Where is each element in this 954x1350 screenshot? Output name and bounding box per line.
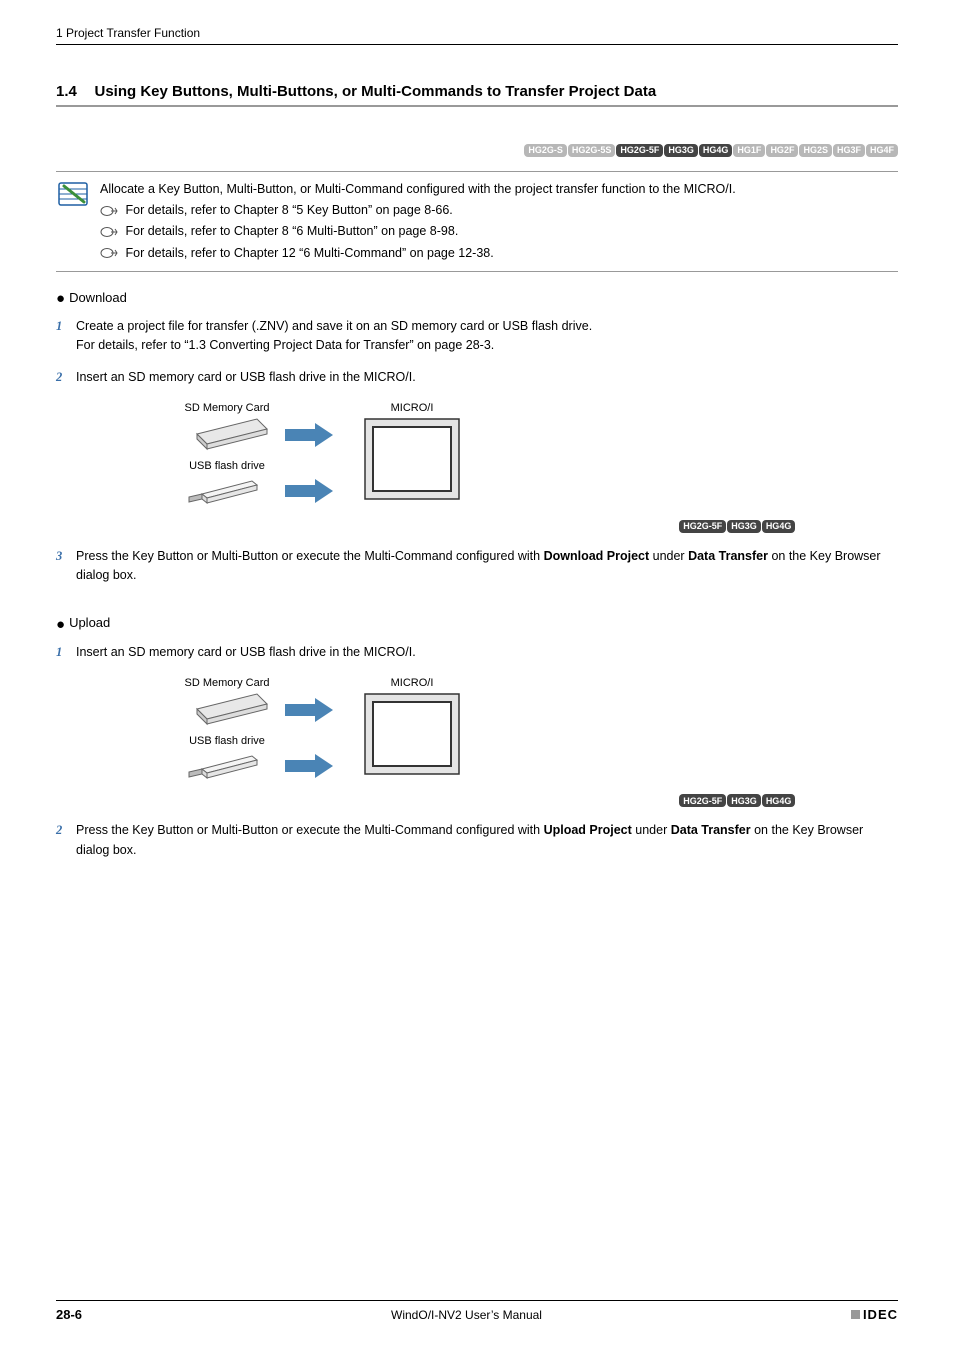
step-line: Insert an SD memory card or USB flash dr… (76, 368, 898, 387)
heading-underline (56, 105, 898, 107)
step-line: Create a project file for transfer (.ZNV… (76, 317, 898, 336)
diagram-badge-row: HG2G-5FHG3GHG4G (667, 517, 807, 533)
svg-text:MICRO/I: MICRO/I (391, 677, 434, 689)
usb-drive-icon (189, 481, 257, 503)
diagram-badge-row: HG2G-5FHG3GHG4G (667, 792, 807, 808)
arrow-icon (285, 754, 333, 778)
model-badge: HG2G-S (524, 144, 567, 157)
step-text: Press the Key Button or Multi-Button or … (76, 549, 544, 563)
note-main: Allocate a Key Button, Multi-Button, or … (100, 180, 898, 199)
svg-text:USB flash drive: USB flash drive (189, 735, 265, 747)
idec-logo: IDEC (851, 1307, 898, 1322)
step-bold: Data Transfer (671, 823, 751, 837)
svg-text:SD Memory Card: SD Memory Card (185, 677, 270, 689)
note-box: Allocate a Key Button, Multi-Button, or … (56, 171, 898, 273)
pointer-icon (100, 226, 118, 238)
step-bold: Download Project (544, 549, 650, 563)
step-body: Insert an SD memory card or USB flash dr… (76, 643, 898, 662)
step-body: Insert an SD memory card or USB flash dr… (76, 368, 898, 387)
model-badge: HG1F (733, 144, 765, 157)
step-number: 2 (56, 368, 76, 387)
step-number: 2 (56, 821, 76, 860)
section-title: Using Key Buttons, Multi-Buttons, or Mul… (94, 83, 656, 100)
download-step-3: 3 Press the Key Button or Multi-Button o… (56, 547, 898, 586)
step-number: 1 (56, 317, 76, 356)
step-line: For details, refer to “1.3 Converting Pr… (76, 336, 898, 355)
micro-device-icon (365, 694, 459, 774)
step-bold: Upload Project (544, 823, 632, 837)
upload-heading-text: Upload (69, 615, 110, 630)
note-ref-2: For details, refer to Chapter 8 “6 Multi… (100, 222, 898, 241)
page-footer: 28-6 WindO/I-NV2 User’s Manual IDEC (56, 1300, 898, 1322)
step-body: Create a project file for transfer (.ZNV… (76, 317, 898, 356)
section-heading: 1.4 Using Key Buttons, Multi-Buttons, or… (56, 83, 898, 100)
usb-label: USB flash drive (189, 460, 265, 472)
usb-drive-icon (189, 756, 257, 778)
model-badge: HG2G-5F (679, 794, 726, 807)
model-badge: HG3G (664, 144, 698, 157)
step-body: Press the Key Button or Multi-Button or … (76, 547, 898, 586)
note-ref-3: For details, refer to Chapter 12 “6 Mult… (100, 244, 898, 263)
micro-device-icon (365, 419, 459, 499)
manual-title: WindO/I-NV2 User’s Manual (391, 1308, 542, 1322)
model-badge: HG4G (762, 794, 796, 807)
step-bold: Data Transfer (688, 549, 768, 563)
model-badge: HG2G-5F (616, 144, 663, 157)
download-heading: ●Download (56, 290, 898, 307)
model-badge: HG4G (699, 144, 733, 157)
step-number: 3 (56, 547, 76, 586)
note-ref-1-text: For details, refer to Chapter 8 “5 Key B… (125, 203, 452, 217)
pointer-icon (100, 205, 118, 217)
model-badge: HG3G (727, 794, 761, 807)
breadcrumb: 1 Project Transfer Function (56, 26, 898, 40)
pointer-icon (100, 247, 118, 259)
upload-step-1: 1 Insert an SD memory card or USB flash … (56, 643, 898, 662)
sd-card-icon (197, 419, 267, 449)
model-badge: HG2F (766, 144, 798, 157)
arrow-icon (285, 423, 333, 447)
note-content: Allocate a Key Button, Multi-Button, or … (100, 180, 898, 264)
note-ref-1: For details, refer to Chapter 8 “5 Key B… (100, 201, 898, 220)
model-badge: HG4F (866, 144, 898, 157)
top-rule (56, 44, 898, 45)
section-number: 1.4 (56, 83, 77, 100)
model-badge: HG3F (833, 144, 865, 157)
download-diagram: SD Memory Card MICRO/I USB flash drive (56, 399, 898, 533)
step-text: Press the Key Button or Multi-Button or … (76, 823, 544, 837)
sd-label: SD Memory Card (185, 402, 270, 414)
step-number: 1 (56, 643, 76, 662)
arrow-icon (285, 698, 333, 722)
download-step-1: 1 Create a project file for transfer (.Z… (56, 317, 898, 356)
notebook-icon (56, 180, 90, 210)
upload-diagram: SD Memory Card MICRO/I USB flash drive H… (56, 674, 898, 808)
model-badge: HG3G (727, 520, 761, 533)
model-badge: HG2S (799, 144, 832, 157)
idec-text: IDEC (863, 1307, 898, 1322)
download-step-2: 2 Insert an SD memory card or USB flash … (56, 368, 898, 387)
sd-card-icon (197, 694, 267, 724)
arrow-icon (285, 479, 333, 503)
page-number: 28-6 (56, 1307, 82, 1322)
step-text: under (632, 823, 671, 837)
model-badge: HG4G (762, 520, 796, 533)
micro-label: MICRO/I (391, 402, 434, 414)
model-badge: HG2G-5F (679, 520, 726, 533)
model-badge: HG2G-5S (568, 144, 616, 157)
model-badge-row: HG2G-SHG2G-5SHG2G-5FHG3GHG4GHG1FHG2FHG2S… (56, 141, 898, 157)
note-ref-3-text: For details, refer to Chapter 12 “6 Mult… (125, 246, 493, 260)
step-body: Press the Key Button or Multi-Button or … (76, 821, 898, 860)
step-line: Insert an SD memory card or USB flash dr… (76, 643, 898, 662)
upload-step-2: 2 Press the Key Button or Multi-Button o… (56, 821, 898, 860)
note-ref-2-text: For details, refer to Chapter 8 “6 Multi… (125, 224, 458, 238)
upload-heading: ●Upload (56, 615, 898, 632)
download-heading-text: Download (69, 290, 127, 305)
step-text: under (649, 549, 688, 563)
footer-rule (56, 1300, 898, 1301)
